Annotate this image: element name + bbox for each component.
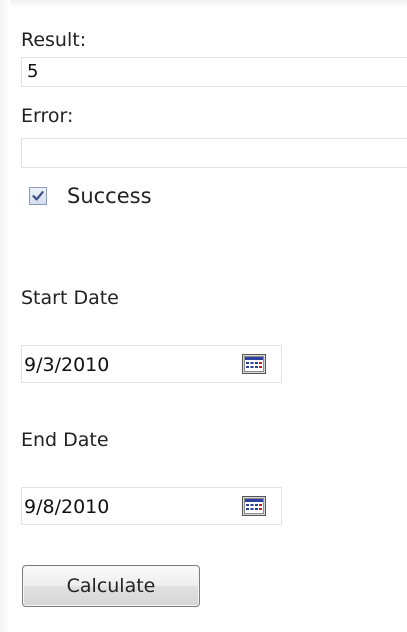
calculate-button[interactable]: Calculate bbox=[22, 565, 200, 607]
error-label: Error: bbox=[21, 105, 74, 127]
checkmark-icon bbox=[32, 191, 44, 201]
success-label: Success bbox=[67, 184, 152, 208]
start-date-label: Start Date bbox=[21, 287, 119, 309]
calendar-icon[interactable] bbox=[242, 496, 266, 516]
top-shade bbox=[0, 0, 407, 8]
error-field[interactable] bbox=[21, 138, 407, 168]
start-date-picker[interactable]: 9/3/2010 bbox=[21, 345, 282, 383]
form-page: Result: 5 Error: Success Start Date 9/3/… bbox=[0, 0, 407, 632]
calendar-icon[interactable] bbox=[242, 354, 266, 374]
result-label: Result: bbox=[21, 29, 87, 51]
end-date-value[interactable]: 9/8/2010 bbox=[24, 495, 109, 519]
success-checkbox[interactable] bbox=[29, 187, 47, 205]
left-edge bbox=[0, 0, 10, 632]
end-date-label: End Date bbox=[21, 429, 109, 451]
start-date-value[interactable]: 9/3/2010 bbox=[24, 353, 109, 377]
end-date-picker[interactable]: 9/8/2010 bbox=[21, 487, 282, 525]
result-field[interactable]: 5 bbox=[21, 57, 407, 87]
